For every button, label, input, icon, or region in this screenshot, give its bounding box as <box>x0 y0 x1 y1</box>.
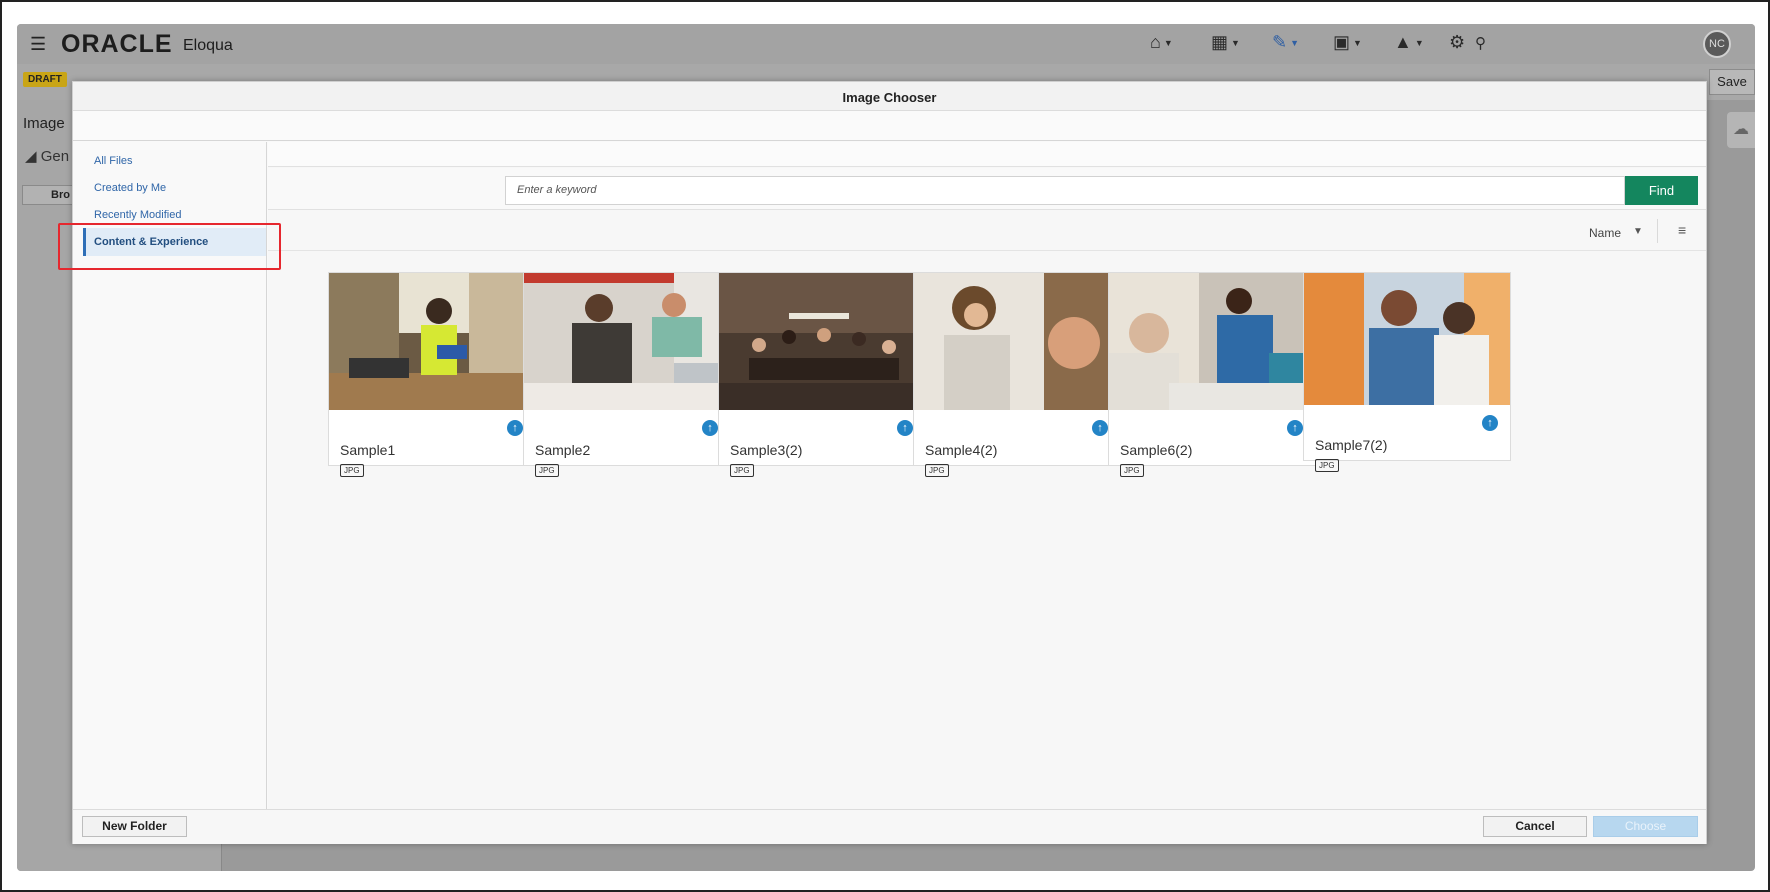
draft-badge: DRAFT <box>23 72 67 87</box>
image-thumbnail[interactable] <box>524 273 730 410</box>
oracle-logo[interactable]: ORACLE <box>61 30 173 59</box>
panel-title: Image <box>23 115 65 132</box>
dialog-footer: New Folder Cancel Choose <box>73 809 1706 844</box>
file-type-badge: JPG <box>1120 464 1144 477</box>
list-view-icon[interactable]: ≡ <box>1678 222 1686 238</box>
avatar[interactable]: NC <box>1703 30 1731 58</box>
image-thumbnail[interactable] <box>719 273 925 410</box>
eloqua-label: Eloqua <box>183 37 233 54</box>
image-card[interactable]: ↑ Sample6(2) JPG <box>1108 272 1316 477</box>
general-section-label: Gen <box>40 148 70 165</box>
search-bar: Enter a keyword Find <box>268 168 1706 210</box>
choose-button[interactable]: Choose <box>1593 816 1698 837</box>
image-name: Sample4(2) <box>925 442 998 458</box>
image-thumbnail[interactable] <box>1109 273 1315 410</box>
screenshot-frame: ☰ ORACLE Eloqua ⌂ ▼ ▦ ▼ ✎ ▼ ▣ ▼ ▲ ▼ ⚙ ⚲ NC DR… <box>0 0 1770 892</box>
image-name: Sample2 <box>535 442 591 458</box>
cloud-icon[interactable]: ☁ <box>1727 112 1755 148</box>
dialog-subheader <box>73 111 1706 141</box>
edit-icon[interactable]: ✎ ▼ <box>1272 32 1299 53</box>
general-section-toggle[interactable]: ◢ Gen <box>25 147 69 165</box>
image-name: Sample7(2) <box>1315 437 1388 453</box>
image-name: Sample3(2) <box>730 442 803 458</box>
file-type-badge: JPG <box>1315 459 1339 472</box>
hamburger-icon[interactable]: ☰ <box>30 34 46 54</box>
dialog-title: Image Chooser <box>842 90 937 105</box>
divider <box>1657 219 1658 243</box>
contacts-icon[interactable]: ▣ ▼ <box>1333 32 1362 53</box>
sort-dropdown[interactable]: Name <box>1589 226 1621 240</box>
image-card[interactable]: ↑ Sample2 JPG <box>523 272 731 477</box>
nav-item-all-files[interactable]: All Files <box>83 147 266 175</box>
settings-icon[interactable]: ⚙ <box>1449 32 1465 53</box>
image-name: Sample6(2) <box>1120 442 1193 458</box>
nav-item-created-by-me[interactable]: Created by Me <box>83 174 266 202</box>
upload-icon[interactable]: ↑ <box>507 420 523 436</box>
search-input[interactable]: Enter a keyword <box>505 176 1625 205</box>
image-thumbnail[interactable] <box>914 273 1120 410</box>
image-name: Sample1 <box>340 442 396 458</box>
annotation-highlight-box <box>58 223 281 270</box>
upload-icon[interactable]: ↑ <box>1092 420 1108 436</box>
file-type-badge: JPG <box>925 464 949 477</box>
file-browser: Enter a keyword Find Name ▼ ≡ ↑ Sample1 … <box>268 142 1706 809</box>
analytics-icon[interactable]: ▲ ▼ <box>1394 32 1424 53</box>
upload-icon[interactable]: ↑ <box>1482 415 1498 431</box>
image-chooser-dialog: Image Chooser All Files Created by Me Re… <box>58 81 1707 844</box>
search-icon[interactable]: ⚲ <box>1475 34 1486 52</box>
find-button[interactable]: Find <box>1625 176 1698 205</box>
image-card[interactable]: ↑ Sample4(2) JPG <box>913 272 1121 477</box>
file-type-badge: JPG <box>535 464 559 477</box>
image-thumbnail[interactable] <box>329 273 535 410</box>
upload-icon[interactable]: ↑ <box>1287 420 1303 436</box>
upload-icon[interactable]: ↑ <box>702 420 718 436</box>
image-thumbnail[interactable] <box>1304 273 1510 405</box>
image-card[interactable]: ↑ Sample7(2) JPG <box>1303 272 1511 472</box>
breadcrumb-bar <box>268 142 1706 167</box>
chevron-down-icon[interactable]: ▼ <box>1633 226 1643 237</box>
save-button[interactable]: Save <box>1709 69 1755 95</box>
file-type-badge: JPG <box>730 464 754 477</box>
top-navigation-bar: ☰ ORACLE Eloqua ⌂ ▼ ▦ ▼ ✎ ▼ ▣ ▼ ▲ ▼ ⚙ ⚲ NC <box>17 24 1755 64</box>
home-icon[interactable]: ⌂ ▼ <box>1150 32 1173 53</box>
file-type-badge: JPG <box>340 464 364 477</box>
new-folder-button[interactable]: New Folder <box>82 816 187 837</box>
dialog-header: Image Chooser <box>73 82 1706 111</box>
image-card[interactable]: ↑ Sample3(2) JPG <box>718 272 926 477</box>
cancel-button[interactable]: Cancel <box>1483 816 1587 837</box>
image-card[interactable]: ↑ Sample1 JPG <box>328 272 536 477</box>
upload-icon[interactable]: ↑ <box>897 420 913 436</box>
dashboard-icon[interactable]: ▦ ▼ <box>1211 32 1240 53</box>
sort-bar: Name ▼ ≡ <box>268 211 1706 251</box>
